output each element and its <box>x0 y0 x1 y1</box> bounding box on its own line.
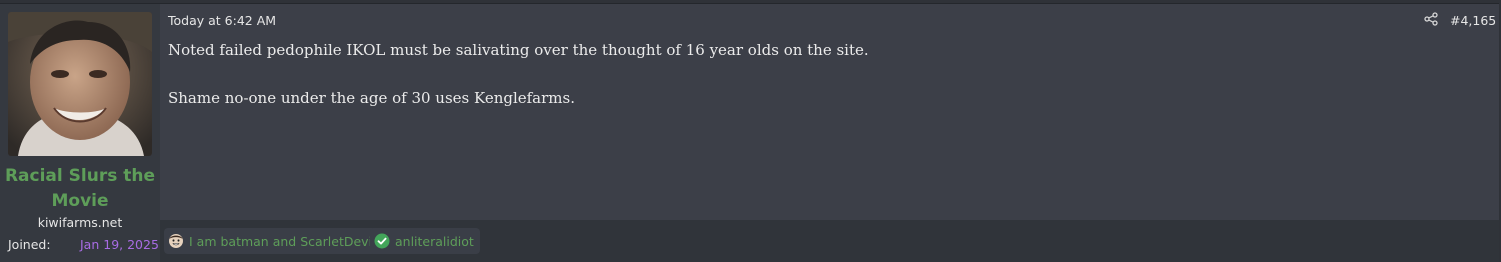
reaction-label: anliteralidiot <box>395 233 474 249</box>
post-paragraph: Noted failed pedophile IKOL must be sali… <box>168 41 869 59</box>
face-emoji-icon <box>169 234 183 248</box>
forum-post: Racial Slurs the Movie kiwifarms.net Joi… <box>0 3 1499 262</box>
joined-label: Joined: <box>8 237 51 252</box>
user-sidebar: Racial Slurs the Movie kiwifarms.net Joi… <box>0 4 160 262</box>
user-title: kiwifarms.net <box>37 215 123 230</box>
joined-date: Jan 19, 2025 <box>80 237 159 252</box>
post-number[interactable]: #4,165 <box>1450 13 1496 28</box>
username[interactable]: Racial Slurs the Movie <box>0 164 160 214</box>
reactions-bar: I am batman and ScarletDevil anliteralid… <box>160 220 1499 262</box>
reaction-item[interactable]: I am batman and ScarletDevil <box>164 228 382 254</box>
post-body: Noted failed pedophile IKOL must be sali… <box>168 38 1468 110</box>
reaction-item[interactable]: anliteralidiot <box>370 228 480 254</box>
share-icon[interactable] <box>1424 12 1438 26</box>
avatar[interactable] <box>8 12 152 156</box>
post-paragraph: Shame no-one under the age of 30 uses Ke… <box>168 89 575 107</box>
check-circle-icon <box>374 233 390 249</box>
post-timestamp[interactable]: Today at 6:42 AM <box>168 13 276 28</box>
post-main: Today at 6:42 AM #4,165 Noted failed ped… <box>160 4 1499 220</box>
reaction-label: I am batman and ScarletDevil <box>189 233 376 249</box>
avatar-photo <box>8 12 152 156</box>
